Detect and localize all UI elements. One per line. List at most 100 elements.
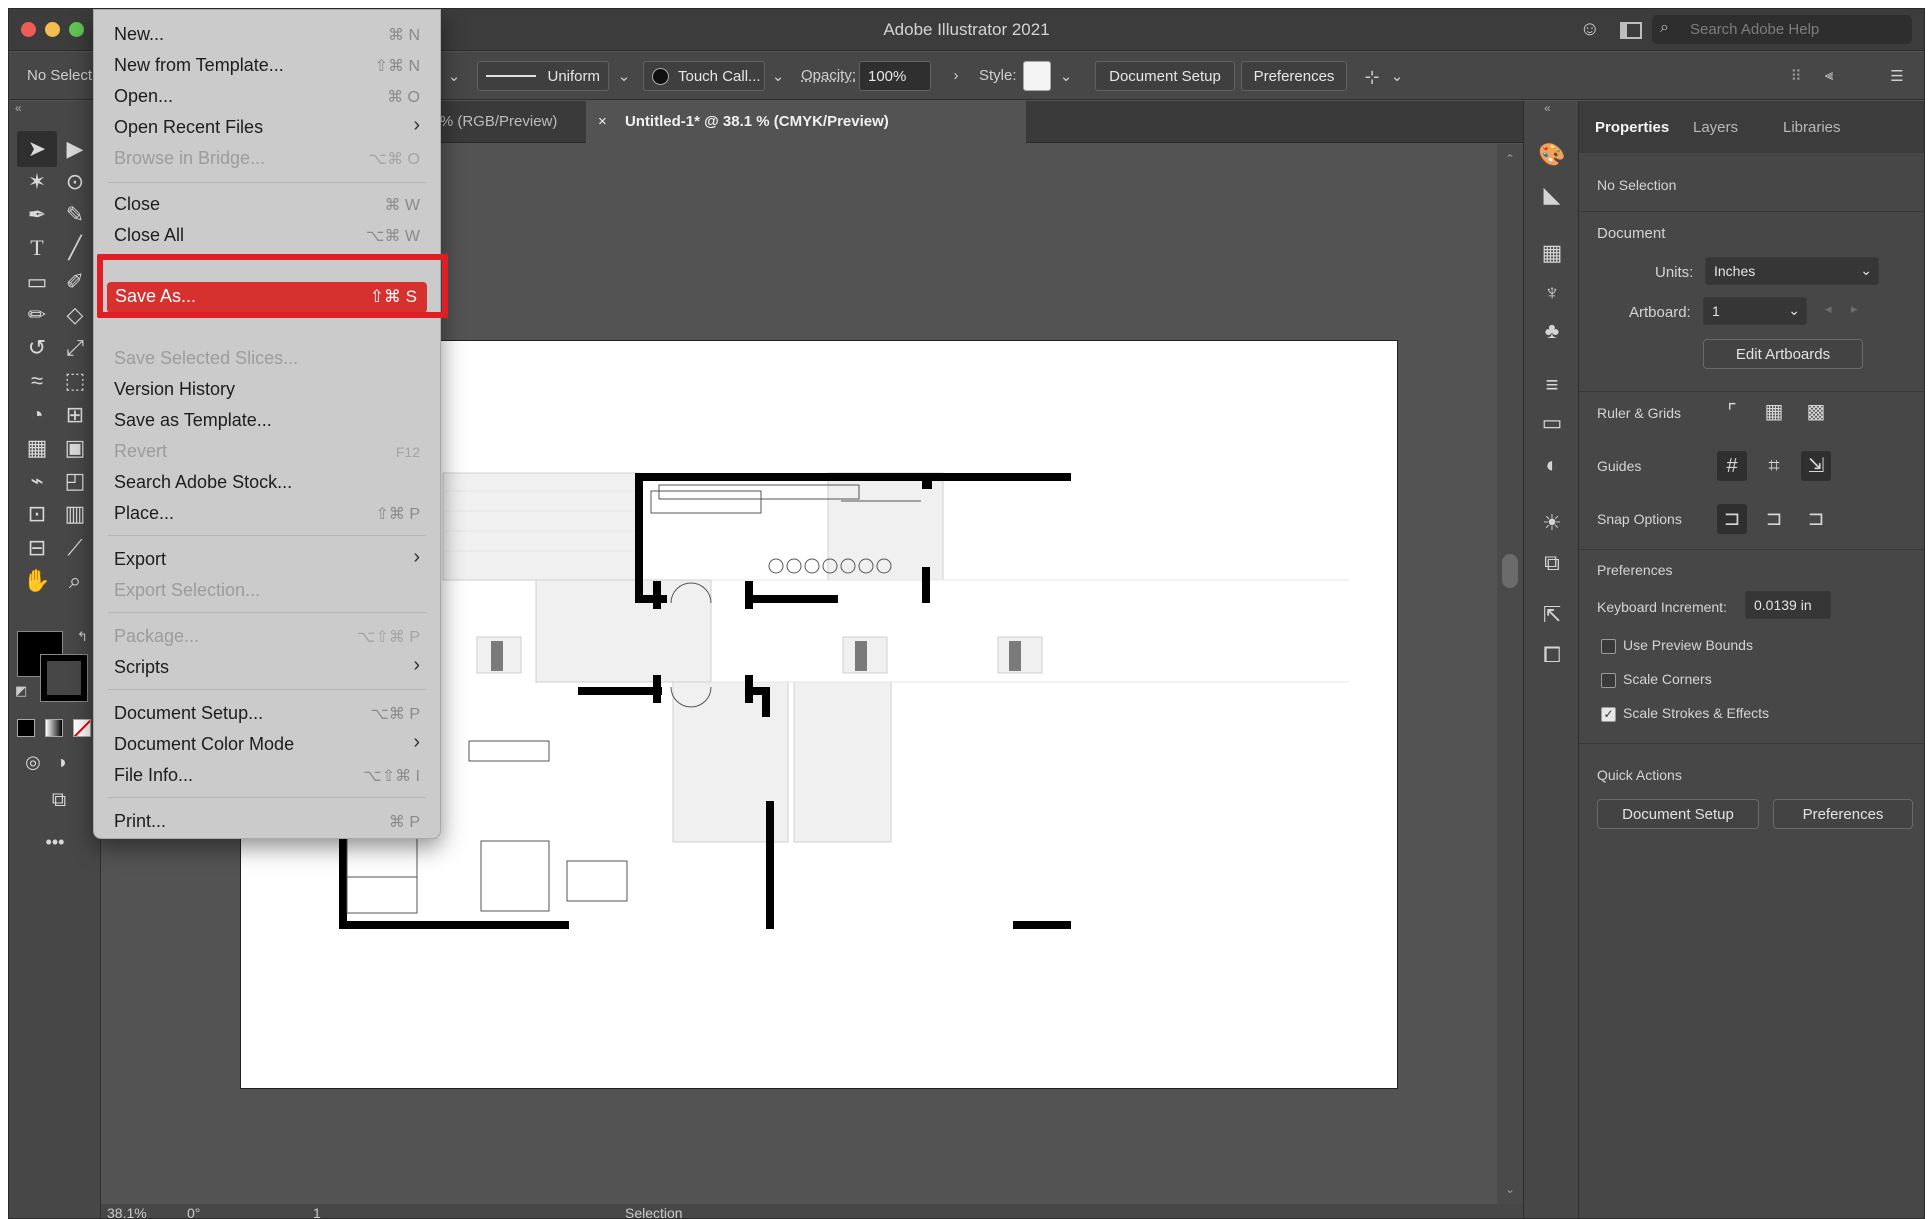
snap-icon[interactable]: ⫷ (1817, 61, 1841, 91)
scale-corners-checkbox[interactable] (1601, 673, 1616, 688)
menu-item-file-info[interactable]: File Info... ⌥⇧⌘ I (100, 761, 434, 791)
artboard-nav-field[interactable]: 1 (313, 1205, 321, 1218)
scroll-down-icon[interactable]: ⌄ (1505, 1182, 1515, 1196)
use-preview-bounds-checkbox[interactable] (1601, 639, 1616, 654)
magic-wand-tool-icon[interactable]: ✶ (21, 167, 53, 197)
menu-item-version-history[interactable]: Version History (100, 375, 434, 405)
color-panel-icon[interactable]: 🎨 (1538, 141, 1566, 169)
slice-tool-icon[interactable]: ⟋ (59, 533, 91, 563)
document-setup-button[interactable]: Document Setup (1095, 61, 1235, 91)
menu-item-scripts[interactable]: Scripts › (100, 653, 434, 683)
edit-toolbar-icon[interactable]: ••• (39, 827, 71, 857)
graphic-styles-panel-icon[interactable]: ⧉ (1538, 549, 1566, 577)
rotation-field[interactable]: 0° (187, 1205, 200, 1218)
snap-to-pixel-icon[interactable]: ⊐ (1759, 504, 1789, 534)
menu-item-document-color-mode[interactable]: Document Color Mode › (100, 730, 434, 760)
scale-tool-icon[interactable]: ⤢ (59, 333, 91, 363)
artboard-tool-icon[interactable]: ⊟ (21, 533, 53, 563)
screen-mode-icon[interactable]: ⧉ (43, 785, 75, 815)
eyedropper-tool-icon[interactable]: ⌁ (21, 466, 53, 496)
close-tab-icon[interactable]: × (598, 113, 607, 130)
default-colors-icon[interactable]: ◩ (15, 683, 27, 699)
snap-to-glyph-icon[interactable]: ⊐ (1801, 504, 1831, 534)
opacity-label[interactable]: Opacity: (801, 67, 856, 84)
search-help-input[interactable]: ⌕ Search Adobe Help (1652, 15, 1912, 44)
swap-colors-icon[interactable]: ↰ (77, 629, 88, 645)
menu-item-new[interactable]: New... ⌘ N (100, 20, 434, 50)
tab-properties[interactable]: Properties (1595, 119, 1669, 136)
chevron-down-icon[interactable]: ⌄ (1055, 61, 1077, 91)
align-icon[interactable]: ⊹ (1359, 61, 1385, 91)
collapse-icon[interactable]: « (15, 101, 22, 115)
curvature-tool-icon[interactable]: ✎ (59, 200, 91, 230)
opacity-input[interactable]: 100% (859, 61, 931, 91)
menu-item-document-setup[interactable]: Document Setup... ⌥⌘ P (100, 699, 434, 729)
document-setup-button[interactable]: Document Setup (1597, 799, 1759, 829)
transparency-panel-icon[interactable]: ◐ (1538, 451, 1566, 479)
next-artboard-icon[interactable]: ▸ (1851, 301, 1858, 317)
hand-tool-icon[interactable]: ✋ (21, 566, 53, 596)
tab-libraries[interactable]: Libraries (1783, 119, 1841, 136)
scroll-up-icon[interactable]: ⌃ (1505, 152, 1515, 166)
chevron-down-icon[interactable]: ⌄ (441, 61, 467, 91)
share-icon[interactable]: ☺ (1580, 18, 1600, 41)
symbols-panel-icon[interactable]: ♣ (1538, 317, 1566, 345)
menu-item-export[interactable]: Export › (100, 545, 434, 575)
chevron-down-icon[interactable]: ⌄ (1387, 61, 1407, 91)
selection-tool-icon[interactable]: ➤ (21, 134, 53, 164)
menu-item-open-recent[interactable]: Open Recent Files › (100, 113, 434, 143)
menu-item-place[interactable]: Place... ⇧⌘ P (100, 499, 434, 529)
stroke-profile-dropdown[interactable]: Uniform (477, 61, 609, 91)
gradient-panel-icon[interactable]: ▭ (1538, 409, 1566, 437)
tab-document-cmyk[interactable]: × Untitled-1* @ 38.1 % (CMYK/Preview) (586, 101, 1026, 143)
current-tool-status[interactable]: Selection (625, 1205, 683, 1218)
menu-item-print[interactable]: Print... ⌘ P (100, 807, 434, 837)
stroke-color-swatch[interactable] (40, 654, 88, 702)
line-tool-icon[interactable]: ╱ (59, 233, 91, 263)
swatches-panel-icon[interactable]: ▦ (1538, 239, 1566, 267)
menu-item-search-adobe-stock[interactable]: Search Adobe Stock... (100, 468, 434, 498)
artboard-dropdown[interactable]: 1 ⌄ (1703, 297, 1807, 325)
menu-item-open[interactable]: Open... ⌘ O (100, 82, 434, 112)
panel-menu-icon[interactable]: ☰ (1885, 61, 1909, 91)
column-graph-tool-icon[interactable]: ▥ (59, 499, 91, 529)
brush-dropdown[interactable]: Touch Call... (643, 61, 765, 91)
tab-layers[interactable]: Layers (1693, 119, 1738, 136)
direct-selection-tool-icon[interactable]: ▶ (59, 134, 91, 164)
chevron-down-icon[interactable]: ⌄ (767, 61, 789, 91)
show-guides-icon[interactable]: # (1717, 451, 1747, 481)
scroll-thumb[interactable] (1502, 554, 1518, 588)
collapse-icon[interactable]: « (1544, 101, 1551, 115)
brushes-panel-icon[interactable]: ♆ (1538, 279, 1566, 307)
artboards-panel-icon[interactable]: ⧠ (1538, 641, 1566, 669)
chevron-right-icon[interactable]: › (945, 61, 967, 91)
symbol-sprayer-tool-icon[interactable]: ⊡ (21, 499, 53, 529)
shaper-tool-icon[interactable]: ✏ (21, 300, 53, 330)
paintbrush-tool-icon[interactable]: ✐ (59, 267, 91, 297)
arrange-documents-icon[interactable] (1620, 22, 1642, 39)
draw-behind-icon[interactable]: ◑ (45, 747, 77, 777)
scale-strokes-checkbox[interactable]: ✓ (1601, 707, 1616, 722)
zoom-level-field[interactable]: 38.1% (107, 1205, 147, 1218)
gradient-mode-icon[interactable] (45, 719, 63, 737)
color-guide-panel-icon[interactable]: ◣ (1538, 181, 1566, 209)
width-tool-icon[interactable]: ≈ (21, 366, 53, 396)
none-mode-icon[interactable] (73, 719, 91, 737)
preferences-button[interactable]: Preferences (1241, 61, 1347, 91)
export-panel-icon[interactable]: ⇱ (1538, 601, 1566, 629)
tab-document-rgb[interactable]: 32 % (RGB/Preview) (419, 101, 579, 143)
blend-tool-icon[interactable]: ◰ (59, 466, 91, 496)
lock-guides-icon[interactable]: ⌗ (1759, 451, 1789, 481)
menu-item-save-as-template[interactable]: Save as Template... (100, 406, 434, 436)
pen-tool-icon[interactable]: ✒ (21, 200, 53, 230)
stroke-panel-icon[interactable]: ≡ (1538, 371, 1566, 399)
menu-item-close-all[interactable]: Close All ⌥⌘ W (100, 221, 434, 251)
preferences-button[interactable]: Preferences (1773, 799, 1913, 829)
rulers-icon[interactable]: ⌜ (1717, 397, 1747, 427)
grid-icon[interactable]: ▦ (1759, 397, 1789, 427)
rotate-tool-icon[interactable]: ↺ (21, 333, 53, 363)
eraser-tool-icon[interactable]: ◇ (59, 300, 91, 330)
perspective-grid-tool-icon[interactable]: ⊞ (59, 400, 91, 430)
keyboard-increment-input[interactable]: 0.0139 in (1745, 591, 1831, 619)
shape-builder-tool-icon[interactable]: ◔ (21, 400, 53, 430)
